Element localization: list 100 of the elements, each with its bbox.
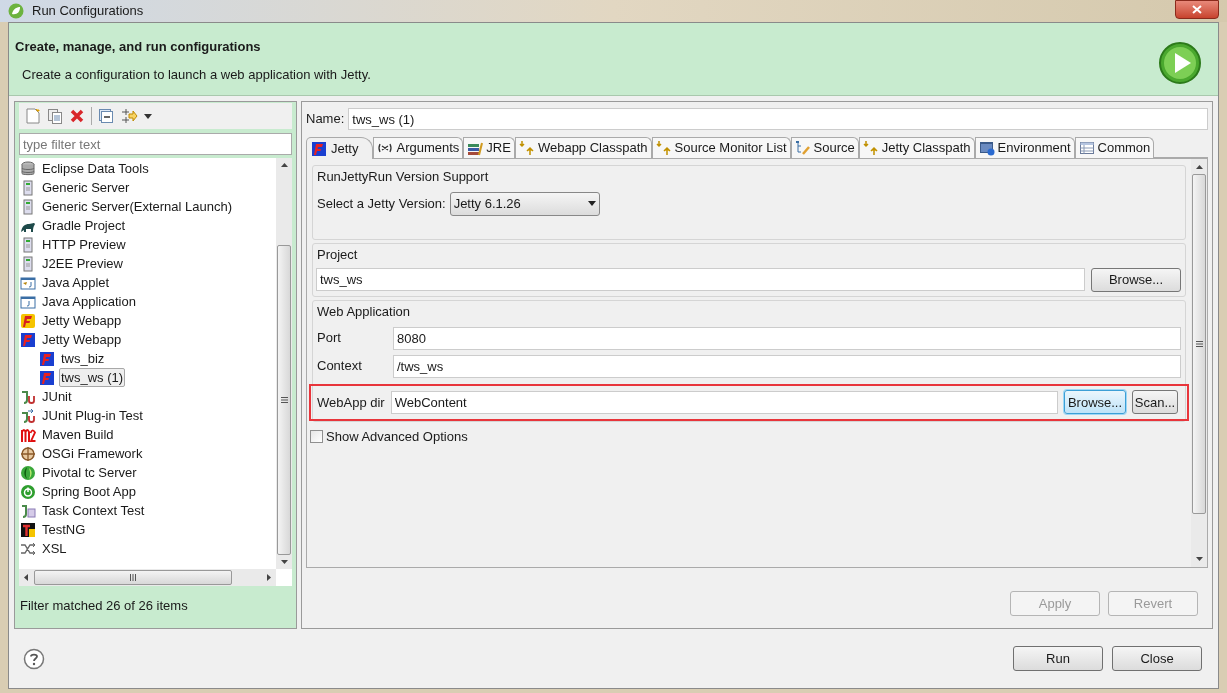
monitor-icon	[978, 140, 995, 156]
scroll-thumb[interactable]	[277, 245, 291, 555]
tree-item[interactable]: OSGi Framework	[42, 445, 143, 462]
tree-item[interactable]: Java Applet	[42, 274, 110, 291]
browse-button[interactable]: Browse...	[1091, 267, 1181, 292]
tree-item[interactable]: Generic Server	[42, 179, 130, 196]
dialog-button[interactable]: Close	[1112, 646, 1202, 671]
scroll-down-icon[interactable]	[1195, 557, 1203, 561]
tree-item[interactable]: HTTP Preview	[42, 236, 126, 253]
name-label: Name:	[306, 110, 345, 129]
collapse-icon[interactable]	[98, 108, 114, 124]
test-icon	[20, 407, 36, 424]
server-icon	[20, 179, 36, 196]
hierarchy-icon	[794, 140, 811, 156]
project-field[interactable]: tws_ws	[316, 268, 1085, 291]
group-title: Web Application	[317, 303, 411, 321]
tab[interactable]: JRE	[463, 137, 515, 158]
tree-item[interactable]: JUnit Plug-in Test	[42, 407, 143, 424]
close-button[interactable]	[1175, 0, 1219, 19]
close-icon	[1192, 5, 1202, 14]
filter-field[interactable]: type filter text	[19, 133, 292, 155]
arrows-icon	[518, 140, 535, 156]
arrows-icon	[655, 140, 672, 156]
run-icon	[1158, 41, 1202, 85]
dialog-button[interactable]: Run	[1013, 646, 1103, 671]
jetty-icon	[39, 369, 55, 386]
filter-status: Filter matched 26 of 26 items	[19, 597, 189, 615]
tab[interactable]: Source	[790, 137, 859, 158]
tree-item[interactable]: tws_biz	[61, 350, 105, 367]
tree-item[interactable]: Generic Server(External Launch)	[42, 198, 233, 215]
copy-icon[interactable]	[47, 108, 63, 124]
testng-icon	[20, 521, 36, 538]
table-icon	[1078, 140, 1095, 156]
scroll-right-icon[interactable]	[267, 574, 271, 581]
grip-icon	[280, 397, 288, 403]
name-field[interactable]: tws_ws (1)	[348, 108, 1208, 130]
filter-icon[interactable]	[120, 108, 138, 124]
tree-item[interactable]: JUnit	[42, 388, 72, 405]
help-icon[interactable]	[23, 647, 45, 670]
version-select[interactable]: Jetty 6.1.26	[449, 191, 600, 216]
tab[interactable]: Environment	[974, 137, 1075, 158]
server-icon	[20, 236, 36, 253]
tab[interactable]: Jetty Classpath	[858, 137, 975, 158]
jetty-icon	[20, 331, 36, 348]
new-document-icon[interactable]	[25, 108, 41, 124]
books-icon	[467, 140, 484, 156]
browse-button[interactable]: Browse...	[1064, 390, 1126, 415]
server-icon	[20, 198, 36, 215]
tree-item[interactable]: Jetty Webapp	[42, 331, 122, 348]
tree-item[interactable]: Maven Build	[42, 426, 114, 443]
tree-item[interactable]: J2EE Preview	[42, 255, 123, 272]
header-title: Create, manage, and run configurations	[15, 38, 262, 56]
crosshair-icon	[20, 445, 36, 462]
logo-icon	[20, 426, 36, 443]
jetty-icon	[311, 140, 327, 157]
scroll-thumb[interactable]	[1192, 174, 1206, 514]
horizontal-scrollbar[interactable]	[19, 569, 276, 586]
scroll-left-icon[interactable]	[24, 574, 28, 581]
context-field[interactable]: /tws_ws	[393, 354, 1181, 378]
tree-item[interactable]: Jetty Webapp	[42, 312, 122, 329]
scroll-up-icon[interactable]	[1195, 165, 1203, 169]
webapp-dir-field[interactable]: WebContent	[390, 390, 1058, 414]
tree-item[interactable]: XSL	[42, 540, 67, 557]
scroll-up-icon[interactable]	[280, 163, 288, 167]
port-label: Port	[317, 329, 342, 348]
window-title: Run Configurations	[32, 2, 144, 21]
webapp-dir-label: WebApp dir	[317, 393, 385, 412]
tree-item[interactable]: Eclipse Data Tools	[42, 160, 149, 177]
leaf-icon	[20, 464, 36, 481]
group-title: Project	[317, 246, 359, 264]
tab[interactable]: Arguments	[373, 137, 464, 158]
tree-item[interactable]: Spring Boot App	[42, 483, 136, 500]
leaf-icon	[8, 3, 24, 19]
checkbox-label: Show Advanced Options	[326, 428, 468, 446]
tab[interactable]: Webapp Classpath	[514, 137, 652, 158]
checkbox[interactable]	[310, 430, 323, 444]
scan-button[interactable]: Scan...	[1132, 390, 1178, 415]
horizontal-scroll-thumb[interactable]	[34, 570, 232, 585]
tree-item[interactable]: Java Application	[42, 293, 136, 310]
tree-item[interactable]: Task Context Test	[42, 502, 145, 519]
vertical-scrollbar[interactable]	[276, 158, 292, 569]
tree-item[interactable]: Gradle Project	[42, 217, 126, 234]
delete-icon[interactable]	[69, 108, 85, 124]
dropdown-caret-icon[interactable]	[144, 113, 152, 119]
version-label: Select a Jetty Version:	[317, 194, 446, 213]
header-message: Create a configuration to launch a web application with Jetty.	[21, 65, 371, 84]
tree-item[interactable]: Pivotal tc Server	[42, 464, 137, 481]
shuffle-icon	[20, 540, 36, 557]
scroll-down-icon[interactable]	[280, 560, 288, 564]
server-icon	[20, 255, 36, 272]
grip-icon	[130, 574, 136, 581]
tree-item[interactable]: tws_ws (1)	[59, 368, 126, 387]
caret-icon	[587, 201, 596, 206]
tree-item[interactable]: TestNG	[42, 521, 86, 538]
tab[interactable]: Jetty	[306, 137, 374, 159]
tab[interactable]: Common	[1074, 137, 1155, 158]
tab[interactable]: Source Monitor List	[651, 137, 791, 158]
port-field[interactable]: 8080	[393, 326, 1181, 350]
context-label: Context	[317, 357, 363, 376]
vertical-scrollbar[interactable]	[1191, 159, 1207, 567]
